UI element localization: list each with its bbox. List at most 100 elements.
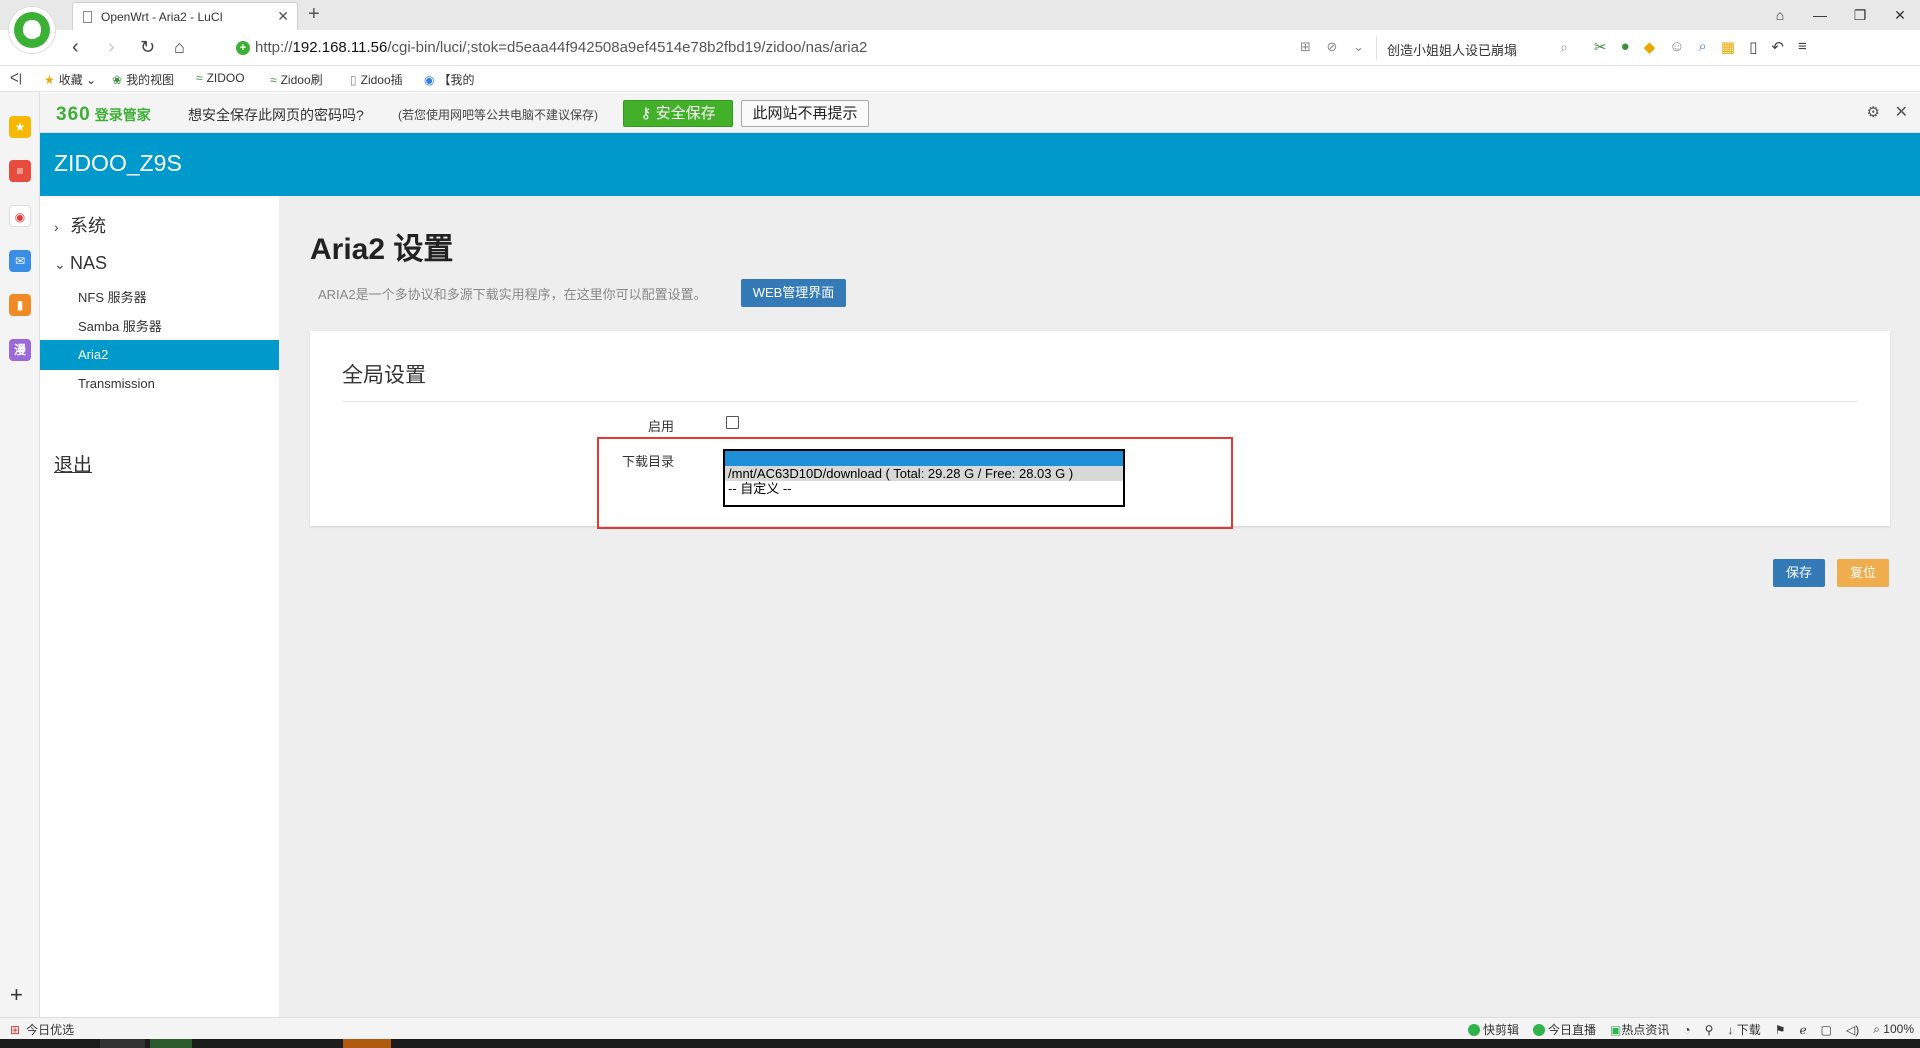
comic-icon[interactable]: 漫: [9, 339, 31, 361]
scissors-icon[interactable]: ✂: [1594, 38, 1607, 56]
login-manager-logo: 360 登录管家: [56, 104, 151, 125]
news-icon[interactable]: ≡: [9, 160, 31, 182]
emoji-icon[interactable]: ☺: [1669, 38, 1684, 56]
menu-icon[interactable]: ≡: [1798, 38, 1807, 56]
bookmarks-bar: ᐸ| ★ 收藏 ⌄ ❀ 我的视图 ≈ ZIDOO ≈ Zidoo刷 ▯ Zidoo插 ◉ 【…: [0, 66, 1920, 92]
save-button[interactable]: 保存: [1773, 559, 1825, 587]
status-bar: ⊞ 今日优选 快剪辑 今日直播 ▣热点资讯 ◔ ⚲ ↓ 下载 ⚑ ℯ ▢ ◁) ⌕…: [0, 1017, 1920, 1039]
password-save-bar: 360 登录管家 想安全保存此网页的密码吗? (若您使用网吧等公共电脑不建议保存)…: [40, 93, 1920, 133]
chevron-right-icon: ›: [54, 219, 59, 235]
download-item[interactable]: ↓ 下载: [1727, 1021, 1760, 1038]
daily-picks[interactable]: ⊞ 今日优选: [10, 1021, 74, 1038]
gift-icon: ⊞: [10, 1023, 21, 1037]
search-icon[interactable]: ⌕: [1560, 39, 1568, 56]
bookmark-item[interactable]: ▯ Zidoo插: [350, 71, 403, 88]
reset-button[interactable]: 复位: [1837, 559, 1889, 587]
bookmark-favorites[interactable]: ★ 收藏 ⌄: [44, 71, 96, 88]
bookmark-item[interactable]: ≈ ZIDOO: [196, 71, 245, 85]
flag-icon[interactable]: ⚑: [1775, 1023, 1786, 1037]
menu-nas[interactable]: ⌄ NAS: [54, 253, 107, 274]
section-title: 全局设置: [342, 364, 426, 387]
undo-icon[interactable]: ↶: [1771, 38, 1784, 56]
download-dir-option-custom[interactable]: -- 自定义 --: [725, 481, 1123, 496]
download-dir-select[interactable]: /mnt/AC63D10D/download ( Total: 29.28 G …: [723, 449, 1125, 507]
never-for-site-button[interactable]: 此网站不再提示: [741, 100, 869, 127]
address-field[interactable]: http://192.168.11.56/cgi-bin/luci/;stok=…: [255, 39, 867, 56]
gear-icon[interactable]: ⚙: [1867, 103, 1880, 121]
menu-system[interactable]: › 系统: [54, 212, 106, 238]
logout-link[interactable]: 退出: [54, 450, 92, 477]
add-sidebar-icon[interactable]: +: [10, 982, 23, 1008]
zoom-level[interactable]: ⌕ 100%: [1873, 1022, 1914, 1037]
download-dir-option[interactable]: [725, 451, 1123, 466]
tablet-icon[interactable]: ▯: [1749, 38, 1757, 56]
safe-save-button[interactable]: ⚷ 安全保存: [623, 100, 733, 127]
bookmark-item[interactable]: ❀ 我的视图: [112, 71, 174, 88]
mail-icon[interactable]: ✉: [9, 250, 31, 272]
os-taskbar: [0, 1039, 1920, 1048]
restore-button[interactable]: ❐: [1840, 0, 1880, 30]
save-password-note: (若您使用网吧等公共电脑不建议保存): [398, 108, 598, 122]
download-dir-label: 下载目录: [621, 454, 674, 469]
download-dir-option[interactable]: /mnt/AC63D10D/download ( Total: 29.28 G …: [725, 466, 1123, 481]
apps-icon[interactable]: ▦: [1721, 38, 1735, 56]
luci-sidebar: › 系统 ⌄ NAS NFS 服务器 Samba 服务器 Aria2 Transmi…: [40, 196, 279, 1017]
ie-icon[interactable]: ℯ: [1800, 1023, 1807, 1037]
minimize-button[interactable]: —: [1800, 0, 1840, 30]
global-settings-section: 全局设置 启用 下载目录 /mnt/AC63D10D/download ( To…: [310, 331, 1890, 526]
sidebar-toggle-icon[interactable]: ᐸ|: [10, 71, 22, 85]
window-icon[interactable]: ▢: [1821, 1023, 1832, 1037]
refresh-icon[interactable]: ↻: [140, 37, 155, 57]
browser-toolbar: ✂ ● ◆ ☺ ⌕ ▦ ▯ ↶ ≡: [1594, 38, 1807, 56]
page-icon: [83, 11, 92, 23]
quick-clip-item[interactable]: 快剪辑: [1467, 1021, 1519, 1038]
luci-header: ZIDOO_Z9S: [40, 133, 1920, 196]
bookmark-item[interactable]: ◉ 【我的: [424, 71, 475, 88]
live-item[interactable]: 今日直播: [1533, 1021, 1596, 1038]
search-input[interactable]: 创造小姐姐人设已崩塌: [1387, 40, 1517, 59]
enable-checkbox[interactable]: [726, 416, 739, 429]
tab-close-icon[interactable]: ✕: [277, 8, 289, 25]
browser-tab-strip: e OpenWrt - Aria2 - LuCI ✕ + ⌂ — ❐ ✕: [0, 0, 1920, 54]
weibo-icon[interactable]: ◉: [9, 205, 31, 227]
tab-title: OpenWrt - Aria2 - LuCI: [101, 10, 223, 24]
save-password-question: 想安全保存此网页的密码吗?: [188, 107, 364, 123]
close-icon[interactable]: ✕: [1895, 102, 1908, 122]
pin-icon[interactable]: ⚲: [1705, 1023, 1714, 1037]
book-icon[interactable]: ▮: [9, 294, 31, 316]
home-icon[interactable]: ⌂: [174, 37, 185, 57]
forward-icon[interactable]: ›: [108, 37, 115, 57]
page-description: ARIA2是一个多协议和多源下载实用程序，在这里你可以配置设置。: [318, 287, 707, 302]
window-controls: ⌂ — ❐ ✕: [1760, 0, 1920, 30]
hot-news-item[interactable]: ▣热点资讯: [1610, 1021, 1669, 1038]
menu-item-transmission[interactable]: Transmission: [40, 369, 279, 399]
address-tools-icons[interactable]: ⊞ ⊘ ⌄: [1300, 39, 1370, 55]
section-divider: [342, 401, 1858, 402]
menu-item-samba[interactable]: Samba 服务器: [40, 312, 279, 342]
search-box[interactable]: 创造小姐姐人设已崩塌 ⌕: [1376, 36, 1576, 60]
menu-item-aria2[interactable]: Aria2: [40, 340, 279, 370]
main-content: Aria2 设置 ARIA2是一个多协议和多源下载实用程序，在这里你可以配置设置…: [279, 196, 1920, 1017]
favorites-star-icon[interactable]: ★: [9, 116, 31, 138]
key-icon: ⚷: [640, 105, 656, 122]
wallet-icon[interactable]: ◆: [1644, 38, 1656, 56]
close-window-button[interactable]: ✕: [1880, 0, 1920, 30]
speaker-icon[interactable]: ◁): [1846, 1023, 1859, 1037]
browser-logo-icon[interactable]: e: [8, 6, 56, 54]
browser-tab-active[interactable]: OpenWrt - Aria2 - LuCI ✕: [72, 2, 298, 30]
translate-icon[interactable]: ●: [1621, 38, 1630, 56]
browser-sidebar: ★ ≡ ◉ ✉ ▮ 漫 +: [0, 92, 40, 1017]
menu-item-nfs[interactable]: NFS 服务器: [40, 283, 279, 313]
router-brand[interactable]: ZIDOO_Z9S: [54, 150, 182, 177]
page-title: Aria2 设置: [310, 233, 454, 266]
chevron-down-icon: ⌄: [54, 256, 66, 272]
security-shield-icon[interactable]: +: [236, 41, 250, 55]
bookmark-item[interactable]: ≈ Zidoo刷: [270, 71, 323, 88]
back-icon[interactable]: ‹: [72, 37, 79, 57]
accelerate-icon[interactable]: ◔: [1683, 1023, 1690, 1037]
navigation-bar: ‹ › ↻ ⌂ + http://192.168.11.56/cgi-bin/l…: [0, 30, 1920, 66]
shirt-icon[interactable]: ⌂: [1760, 0, 1800, 30]
new-tab-button[interactable]: +: [308, 3, 320, 26]
web-ui-button[interactable]: WEB管理界面: [741, 279, 846, 307]
zoom-search-icon[interactable]: ⌕: [1699, 38, 1707, 56]
